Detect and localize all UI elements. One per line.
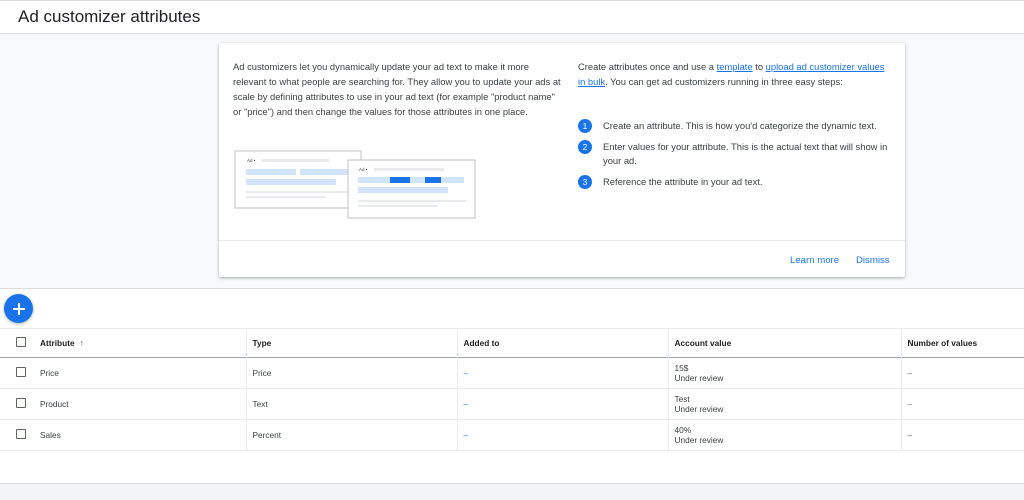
select-all-cell bbox=[0, 329, 34, 358]
cell-account-value: 15$ Under review bbox=[668, 357, 902, 389]
attributes-table-area: Attribute ↑ Type Added to Account value N… bbox=[0, 288, 1024, 484]
table-header-row: Attribute ↑ Type Added to Account value N… bbox=[0, 328, 1024, 358]
column-header-number-of-values[interactable]: Number of values bbox=[901, 329, 1024, 358]
intro-text-1: Create attributes once and use a bbox=[578, 61, 717, 72]
plus-icon bbox=[12, 302, 25, 315]
status-text: Under review bbox=[674, 373, 724, 383]
step-text: Reference the attribute in your ad text. bbox=[603, 176, 763, 187]
row-select-cell bbox=[0, 358, 34, 389]
step-number-badge: 1 bbox=[578, 119, 592, 133]
column-label: Attribute bbox=[40, 338, 75, 348]
status-text: Under review bbox=[674, 404, 724, 414]
table-row: Sales Percent – 40% Under review – bbox=[0, 419, 1024, 451]
account-value: 40% bbox=[674, 425, 692, 435]
add-attribute-button[interactable] bbox=[4, 294, 33, 323]
row-select-cell bbox=[0, 420, 34, 451]
step-item: 1 Create an attribute. This is how you'd… bbox=[578, 119, 888, 133]
page-header: Ad customizer attributes bbox=[0, 0, 1024, 34]
cell-number-of-values: – bbox=[907, 430, 913, 440]
card-footer: Learn more Dismiss bbox=[219, 240, 905, 277]
cell-number-of-values: – bbox=[907, 368, 913, 378]
status-text: Under review bbox=[674, 435, 724, 445]
cell-number-of-values: – bbox=[907, 399, 913, 409]
illustration-ad-label: Ad • bbox=[247, 158, 256, 163]
cell-account-value: 40% Under review bbox=[668, 419, 902, 451]
account-value: 15$ bbox=[674, 363, 689, 373]
row-checkbox[interactable] bbox=[16, 429, 26, 439]
attributes-table: Attribute ↑ Type Added to Account value N… bbox=[0, 328, 1024, 451]
info-card: Ad customizers let you dynamically updat… bbox=[219, 43, 905, 277]
steps-list: 1 Create an attribute. This is how you'd… bbox=[578, 119, 888, 196]
cell-attribute[interactable]: Product bbox=[34, 388, 247, 420]
arrow-up-icon: ↑ bbox=[79, 338, 85, 348]
dismiss-button[interactable]: Dismiss bbox=[856, 255, 890, 266]
table-row: Product Text – Test Under review – bbox=[0, 388, 1024, 420]
template-link[interactable]: template bbox=[717, 61, 753, 72]
cell-account-value: Test Under review bbox=[668, 388, 902, 420]
intro-text-2: to bbox=[752, 61, 766, 72]
card-intro: Create attributes once and use a templat… bbox=[578, 59, 893, 89]
step-text: Create an attribute. This is how you'd c… bbox=[603, 120, 877, 131]
table-row: Price Price – 15$ Under review – bbox=[0, 357, 1024, 389]
cell-type: Price bbox=[246, 357, 458, 389]
account-value: Test bbox=[674, 394, 690, 404]
step-number-badge: 3 bbox=[578, 175, 592, 189]
learn-more-button[interactable]: Learn more bbox=[790, 255, 839, 266]
page-title: Ad customizer attributes bbox=[18, 7, 201, 26]
row-select-cell bbox=[0, 389, 34, 420]
intro-text-3: . You can get ad customizers running in … bbox=[605, 76, 843, 87]
step-item: 3 Reference the attribute in your ad tex… bbox=[578, 175, 888, 189]
ad-preview-illustration: Ad • Ad • bbox=[234, 150, 476, 219]
cell-type: Percent bbox=[246, 419, 458, 451]
column-header-type[interactable]: Type bbox=[246, 328, 458, 358]
step-item: 2 Enter values for your attribute. This … bbox=[578, 140, 888, 168]
cell-added-to[interactable]: – bbox=[457, 388, 669, 420]
column-header-attribute[interactable]: Attribute ↑ bbox=[34, 328, 247, 358]
card-description: Ad customizers let you dynamically updat… bbox=[233, 61, 561, 117]
cell-type: Text bbox=[246, 388, 458, 420]
column-header-account-value[interactable]: Account value bbox=[668, 328, 902, 358]
row-checkbox[interactable] bbox=[16, 398, 26, 408]
step-number-badge: 2 bbox=[578, 140, 592, 154]
column-header-added-to[interactable]: Added to bbox=[457, 328, 669, 358]
illustration-ad-label: Ad • bbox=[359, 167, 368, 172]
row-checkbox[interactable] bbox=[16, 367, 26, 377]
cell-attribute[interactable]: Price bbox=[34, 357, 247, 389]
select-all-checkbox[interactable] bbox=[16, 337, 26, 347]
step-text: Enter values for your attribute. This is… bbox=[603, 141, 888, 166]
cell-attribute[interactable]: Sales bbox=[34, 419, 247, 451]
cell-added-to[interactable]: – bbox=[457, 419, 669, 451]
cell-added-to[interactable]: – bbox=[457, 357, 669, 389]
